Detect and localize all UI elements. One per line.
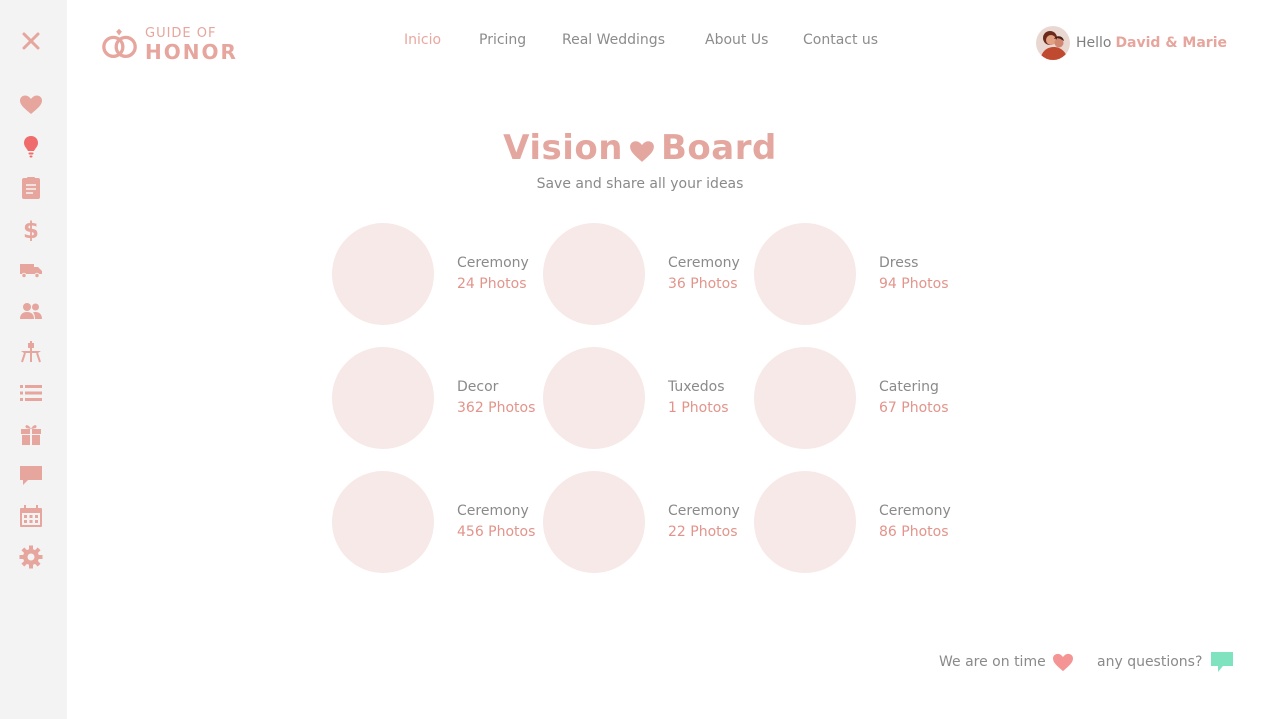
page-title: Vision Board <box>503 128 777 168</box>
nav-contact-us[interactable]: Contact us <box>803 32 878 48</box>
vision-board-grid: Ceremony 24 Photos Ceremony 36 Photos Dr… <box>332 223 972 573</box>
user-menu[interactable]: Hello David & Marie <box>1035 25 1227 61</box>
questions-chat-button[interactable]: any questions? <box>1097 651 1234 673</box>
board-card[interactable]: Ceremony 456 Photos <box>332 471 542 573</box>
card-thumbnail[interactable] <box>754 347 856 449</box>
card-thumbnail[interactable] <box>543 471 645 573</box>
dollar-icon[interactable]: $ <box>18 216 44 242</box>
board-card[interactable]: Catering 67 Photos <box>754 347 964 449</box>
card-count: 24 Photos <box>457 276 527 292</box>
card-label: Decor <box>457 379 499 395</box>
chat-icon[interactable] <box>1210 651 1234 673</box>
card-thumbnail[interactable] <box>332 223 434 325</box>
on-time-status[interactable]: We are on time <box>939 651 1074 673</box>
board-card[interactable]: Ceremony 86 Photos <box>754 471 964 573</box>
list-icon[interactable] <box>18 380 44 406</box>
board-card[interactable]: Ceremony 22 Photos <box>543 471 753 573</box>
card-thumbnail[interactable] <box>754 471 856 573</box>
svg-text:$: $ <box>23 218 39 241</box>
board-card[interactable]: Ceremony 36 Photos <box>543 223 753 325</box>
nav-inicio[interactable]: Inicio <box>404 32 441 48</box>
gear-icon[interactable] <box>18 544 44 570</box>
guests-icon[interactable] <box>18 298 44 324</box>
card-count: 36 Photos <box>668 276 738 292</box>
heart-icon <box>1052 653 1073 672</box>
sidebar: $ <box>0 0 67 719</box>
title-heart-icon <box>630 141 654 162</box>
truck-icon[interactable] <box>18 257 44 283</box>
board-card[interactable]: Dress 94 Photos <box>754 223 964 325</box>
card-thumbnail[interactable] <box>754 223 856 325</box>
title-part1: Vision <box>503 128 623 168</box>
card-label: Dress <box>879 255 919 271</box>
heart-icon[interactable] <box>18 92 44 118</box>
nav-pricing[interactable]: Pricing <box>479 32 526 48</box>
questions-text: any questions? <box>1097 654 1203 670</box>
greeting-text: Hello <box>1075 35 1112 51</box>
card-count: 456 Photos <box>457 524 536 540</box>
card-label: Catering <box>879 379 939 395</box>
page-subtitle: Save and share all your ideas <box>536 176 744 192</box>
cake-table-icon[interactable] <box>18 339 44 365</box>
card-label: Ceremony <box>668 255 740 271</box>
nav-about-us[interactable]: About Us <box>705 32 768 48</box>
card-label: Ceremony <box>457 255 529 271</box>
nav-real-weddings[interactable]: Real Weddings <box>562 32 665 48</box>
gift-icon[interactable] <box>18 421 44 447</box>
card-thumbnail[interactable] <box>543 223 645 325</box>
card-label: Ceremony <box>668 503 740 519</box>
card-count: 1 Photos <box>668 400 729 416</box>
card-label: Ceremony <box>879 503 951 519</box>
card-thumbnail[interactable] <box>332 471 434 573</box>
card-thumbnail[interactable] <box>332 347 434 449</box>
card-count: 94 Photos <box>879 276 949 292</box>
card-label: Ceremony <box>457 503 529 519</box>
on-time-text: We are on time <box>939 654 1046 670</box>
card-count: 67 Photos <box>879 400 949 416</box>
page-header: Vision Board Save and share all your ide… <box>0 128 1280 192</box>
board-card[interactable]: Decor 362 Photos <box>332 347 542 449</box>
card-count: 86 Photos <box>879 524 949 540</box>
card-count: 22 Photos <box>668 524 738 540</box>
user-name[interactable]: David & Marie <box>1115 35 1227 51</box>
avatar[interactable] <box>1035 26 1070 60</box>
card-label: Tuxedos <box>668 379 725 395</box>
title-part2: Board <box>661 128 777 168</box>
chat-icon[interactable] <box>18 462 44 488</box>
card-thumbnail[interactable] <box>543 347 645 449</box>
board-card[interactable]: Tuxedos 1 Photos <box>543 347 753 449</box>
card-count: 362 Photos <box>457 400 536 416</box>
board-card[interactable]: Ceremony 24 Photos <box>332 223 542 325</box>
calendar-icon[interactable] <box>18 503 44 529</box>
